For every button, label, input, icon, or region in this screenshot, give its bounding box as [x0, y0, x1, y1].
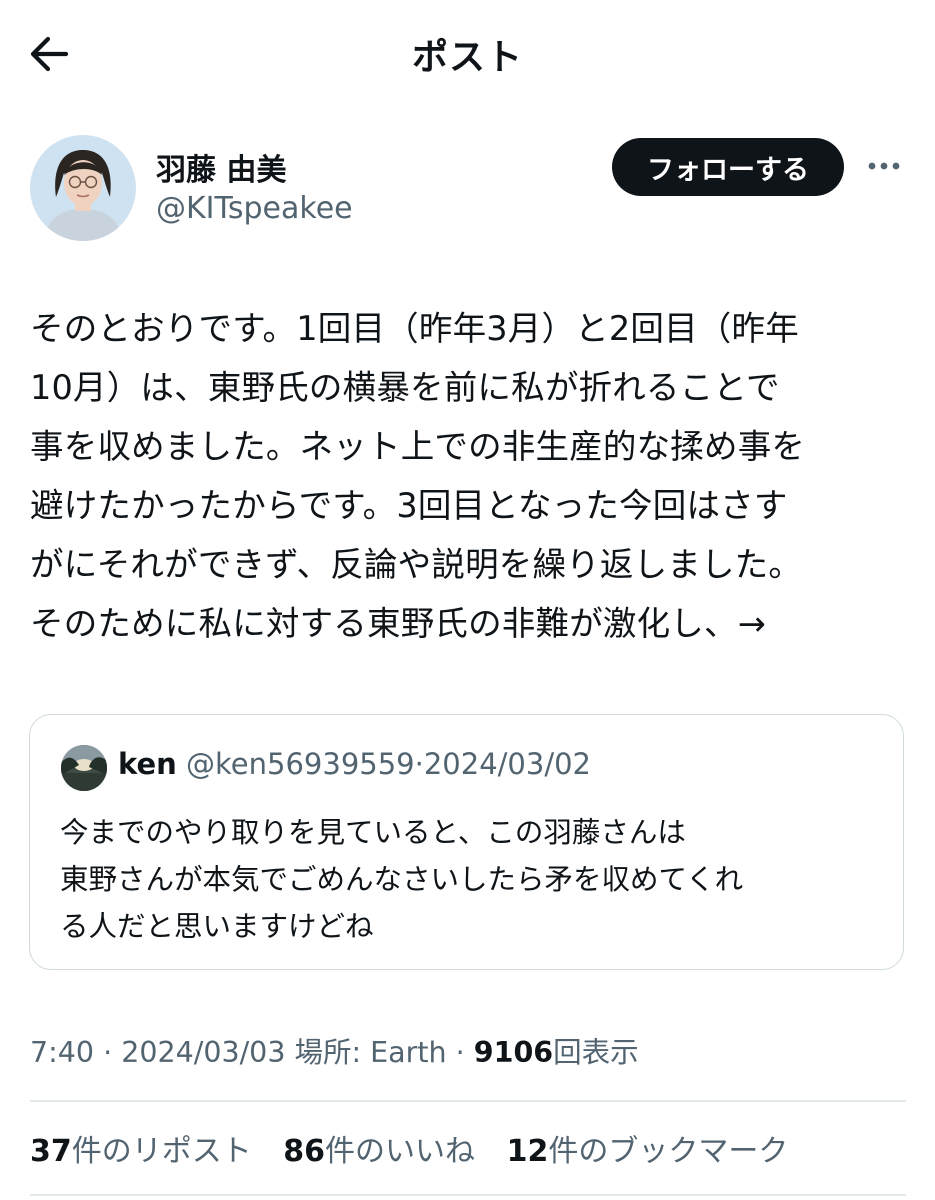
avatar[interactable] [30, 135, 136, 241]
meta-separator: · [455, 1036, 465, 1069]
post-date[interactable]: 2024/03/03 [121, 1036, 285, 1069]
divider [30, 1194, 906, 1196]
quoted-profile-photo [61, 745, 107, 791]
quoted-avatar [61, 745, 107, 791]
quoted-text-line: 今までのやり取りを見ていると、この羽藤さんは [60, 816, 686, 849]
reposts-stat[interactable]: 37件のリポスト [30, 1134, 252, 1169]
view-count: 9106 [473, 1036, 554, 1069]
likes-stat[interactable]: 86件のいいね [283, 1134, 475, 1169]
quoted-header: ken @ken56939559·2024/03/02 [118, 747, 591, 781]
display-name[interactable]: 羽藤 由美 [156, 145, 286, 189]
quoted-post[interactable]: ken @ken56939559·2024/03/02 今までのやり取りを見てい… [29, 714, 904, 970]
post-location: 場所: Earth [294, 1036, 447, 1069]
divider [30, 1100, 906, 1102]
repost-count: 37 [30, 1134, 72, 1169]
page-title: ポスト [411, 37, 523, 78]
post-text-line: がにそれができず、反論や説明を繰り返しました。 [30, 545, 803, 584]
quoted-separator: · [414, 747, 424, 781]
post-text-line: そのために私に対する東野氏の非難が激化し、→ [30, 604, 766, 643]
top-bar: ポスト [0, 0, 935, 105]
like-count: 86 [283, 1134, 326, 1169]
more-horizontal-icon [868, 162, 900, 170]
quoted-date: 2024/03/02 [423, 747, 592, 781]
quoted-text: 今までのやり取りを見ていると、この羽藤さんは 東野さんが本気でごめんなさいしたら… [60, 809, 890, 950]
view-label: 回表示 [553, 1036, 639, 1069]
bookmarks-stat[interactable]: 12件のブックマーク [507, 1134, 789, 1169]
repost-label: 件のリポスト [71, 1134, 252, 1169]
meta-separator: · [103, 1036, 113, 1069]
post-text-line: 事を収めました。ネット上での非生産的な揉め事を [30, 427, 806, 466]
follow-button[interactable]: フォローする [612, 138, 844, 196]
post-text-line: 避けたかったからです。3回目となった今回はさす [30, 486, 788, 525]
engagement-stats: 37件のリポスト 86件のいいね 12件のブックマーク [30, 1126, 810, 1170]
post-author: 羽藤 由美 @KITspeakee フォローする [30, 133, 910, 243]
post-time[interactable]: 7:40 [30, 1036, 94, 1069]
bookmark-count: 12 [506, 1134, 549, 1169]
quoted-display-name: ken [118, 747, 177, 781]
more-button[interactable] [864, 151, 904, 181]
quoted-text-line: 東野さんが本気でごめんなさいしたら矛を収めてくれ [60, 863, 744, 896]
quoted-text-line: る人だと思いますけどね [60, 910, 374, 943]
post-text: そのとおりです。1回目（昨年3月）と2回目（昨年 10月）は、東野氏の横暴を前に… [30, 299, 915, 653]
post-text-line: そのとおりです。1回目（昨年3月）と2回目（昨年 [30, 309, 799, 348]
quoted-handle: @ken56939559 [186, 747, 415, 781]
user-handle[interactable]: @KITspeakee [156, 191, 353, 226]
profile-photo [30, 135, 136, 241]
bookmark-label: 件のブックマーク [548, 1134, 789, 1169]
like-label: 件のいいね [325, 1134, 476, 1169]
post-meta: 7:40 · 2024/03/03 場所: Earth · 9106回表示 [30, 1030, 639, 1071]
post-text-line: 10月）は、東野氏の横暴を前に私が折れることで [30, 368, 780, 407]
